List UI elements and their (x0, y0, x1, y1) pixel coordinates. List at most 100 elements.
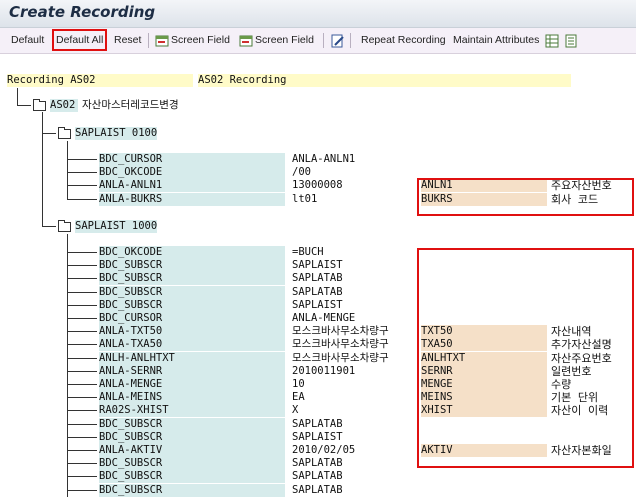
maintain-attributes-button[interactable]: Maintain Attributes (453, 32, 539, 48)
field-name[interactable]: BDC_SUBSCR (99, 417, 285, 431)
field-name[interactable]: ANLA-MENGE (99, 378, 285, 391)
field-value[interactable]: ANLA-ANLN1 (292, 153, 420, 166)
folder-icon[interactable] (58, 220, 71, 232)
tree-line (67, 185, 97, 187)
field-name[interactable]: BDC_SUBSCR (99, 457, 285, 471)
field-value[interactable]: SAPLATAB (292, 470, 420, 483)
tree-line (67, 234, 68, 497)
field-value[interactable]: SAPLATAB (292, 457, 420, 470)
field-name[interactable]: ANLA-TXT50 (99, 325, 285, 339)
field-name[interactable]: ANLA-SERNR (99, 364, 285, 378)
document-icon[interactable] (564, 33, 578, 48)
field-name[interactable]: BDC_CURSOR (99, 153, 285, 166)
field-name[interactable]: ANLA-AKTIV (99, 444, 285, 457)
tree-line (67, 291, 97, 293)
screen-field-icon (155, 33, 169, 47)
transaction-description: 자산마스터레코드변경 (82, 99, 179, 111)
transaction-code[interactable]: AS02 (50, 99, 78, 112)
tree-line (42, 112, 43, 227)
toolbar-separator (350, 33, 351, 48)
screen-field-icon (239, 33, 253, 47)
field-value[interactable]: 2010/02/05 (292, 444, 420, 457)
tree-line (67, 141, 68, 199)
tree-line (67, 252, 97, 253)
field-value[interactable]: 10 (292, 378, 420, 391)
tree-line (67, 423, 97, 425)
tree-line (17, 105, 31, 106)
field-value[interactable]: SAPLATAB (292, 272, 420, 285)
edit-pencil-icon[interactable] (331, 33, 345, 48)
recording-value: AS02 Recording (198, 74, 571, 87)
tree-line (67, 198, 97, 200)
screen-label-0100[interactable]: SAPLAIST 0100 (75, 127, 157, 140)
field-value[interactable]: 모스크바사무소차량구 (292, 338, 420, 351)
field-name[interactable]: BDC_SUBSCR (99, 483, 285, 497)
tree-line (17, 88, 18, 105)
tree-line (67, 410, 97, 412)
field-name[interactable]: BDC_SUBSCR (99, 298, 285, 312)
field-name[interactable]: BDC_CURSOR (99, 312, 285, 325)
field-name[interactable]: ANLA-MEINS (99, 391, 285, 405)
field-name[interactable]: ANLA-BUKRS (99, 192, 285, 206)
folder-icon[interactable] (33, 99, 46, 111)
field-name[interactable]: BDC_SUBSCR (99, 272, 285, 286)
field-value[interactable]: lt01 (292, 193, 420, 206)
field-name[interactable]: BDC_SUBSCR (99, 430, 285, 444)
field-value[interactable]: SAPLATAB (292, 286, 420, 299)
grid-icon[interactable] (545, 33, 559, 48)
field-name[interactable]: BDC_SUBSCR (99, 285, 285, 299)
field-value[interactable]: SAPLATAB (292, 484, 420, 497)
tree-line (67, 489, 97, 491)
tree-line (67, 436, 97, 438)
highlight-box-0100 (417, 178, 634, 216)
field-name[interactable]: RA02S-XHIST (99, 404, 285, 418)
field-name[interactable]: BDC_OKCODE (99, 246, 285, 259)
field-value[interactable]: EA (292, 391, 420, 404)
field-value[interactable]: 13000008 (292, 179, 420, 192)
default-button[interactable]: Default (11, 32, 44, 48)
field-value[interactable]: 2010011901 (292, 365, 420, 378)
field-value[interactable]: SAPLAIST (292, 259, 420, 272)
tree-line (67, 476, 97, 478)
tree-line (67, 331, 97, 333)
screen-field-button-1[interactable]: Screen Field (171, 32, 230, 48)
tree-line (67, 159, 97, 160)
tree-line (67, 450, 97, 451)
folder-icon[interactable] (58, 127, 71, 139)
field-value[interactable]: X (292, 404, 420, 417)
reset-button[interactable]: Reset (114, 32, 141, 48)
tree-line (42, 226, 56, 227)
default-all-button[interactable]: Default All (52, 29, 108, 51)
field-name[interactable]: BDC_SUBSCR (99, 470, 285, 484)
tree-line (67, 318, 97, 319)
tree-line (67, 172, 97, 174)
toolbar-separator (148, 33, 149, 48)
tree-line (67, 370, 97, 372)
field-value[interactable]: 모스크바사무소차량구 (292, 352, 420, 365)
field-value[interactable]: ANLA-MENGE (292, 312, 420, 325)
highlight-box-1000 (417, 248, 634, 468)
field-value[interactable]: 모스크바사무소차량구 (292, 325, 420, 338)
field-name[interactable]: ANLA-TXA50 (99, 338, 285, 352)
title-bar: Create Recording (0, 0, 636, 28)
tree-line (67, 304, 97, 306)
screen-label-1000[interactable]: SAPLAIST 1000 (75, 220, 157, 233)
field-name[interactable]: ANLH-ANLHTXT (99, 351, 285, 365)
recording-label: Recording AS02 (7, 74, 193, 87)
field-value[interactable]: =BUCH (292, 246, 420, 259)
field-value[interactable]: SAPLAIST (292, 299, 420, 312)
field-value[interactable]: SAPLAIST (292, 431, 420, 444)
screen-field-button-2[interactable]: Screen Field (255, 32, 314, 48)
tree-line (67, 344, 97, 346)
field-value[interactable]: SAPLATAB (292, 418, 420, 431)
tree-line (67, 384, 97, 385)
repeat-recording-button[interactable]: Repeat Recording (361, 32, 446, 48)
field-name[interactable]: BDC_OKCODE (99, 166, 285, 180)
field-name[interactable]: ANLA-ANLN1 (99, 179, 285, 193)
page-title: Create Recording (9, 3, 156, 21)
field-value[interactable]: /00 (292, 166, 420, 179)
application-toolbar: Default Default All Reset Screen Field S… (0, 28, 636, 54)
field-name[interactable]: BDC_SUBSCR (99, 259, 285, 273)
tree-line (67, 265, 97, 267)
tree-line (67, 278, 97, 280)
